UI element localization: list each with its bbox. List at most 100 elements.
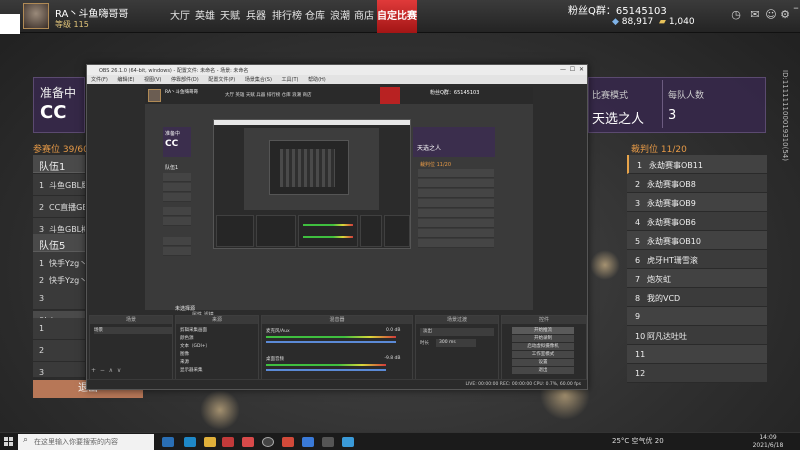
settings-button[interactable]: 设置: [512, 359, 574, 366]
menu-file[interactable]: 文件(F): [91, 77, 108, 83]
judge-name: 永劫赛事OB9: [647, 199, 696, 208]
channel-name: 麦克风/Aux: [266, 329, 290, 334]
judge-name: 我的VCD: [647, 294, 681, 303]
windows-start-icon[interactable]: [4, 437, 14, 447]
folder-icon[interactable]: [204, 437, 216, 447]
slot-number: 3: [39, 294, 45, 303]
team-slot[interactable]: 1: [33, 318, 85, 340]
team-slot[interactable]: 2: [33, 340, 85, 362]
judge-slot[interactable]: 11: [627, 345, 767, 364]
judge-slot[interactable]: 10 阿凡达吐吐: [627, 326, 767, 345]
game-app-icon[interactable]: [222, 437, 234, 447]
player-avatar[interactable]: [23, 3, 49, 29]
obs-app-icon[interactable]: [262, 437, 274, 447]
team-slot[interactable]: 3: [33, 288, 85, 310]
tab-custom-match[interactable]: 自定比赛: [377, 0, 417, 33]
menu-help[interactable]: 帮助(H): [308, 77, 326, 83]
player-name: RA丶斗鱼嗨哥哥: [55, 9, 129, 20]
prep-status: 准备中: [40, 86, 77, 100]
preview-header-right: [413, 127, 495, 157]
taskbar-search-input[interactable]: 在这里输入你要搜索的内容: [18, 434, 154, 450]
slot-player: 快手Yzg丶h: [49, 276, 85, 285]
app-icon[interactable]: [282, 437, 294, 447]
preview-row: [163, 247, 191, 256]
scene-item[interactable]: 场景: [94, 327, 172, 334]
tab-warehouse[interactable]: 仓库: [303, 0, 327, 33]
source-item[interactable]: 剪辑采集画面: [180, 327, 258, 334]
tab-lobby[interactable]: 大厅: [168, 0, 192, 33]
menu-docks[interactable]: 停靠部件(D): [171, 77, 199, 83]
judge-slot[interactable]: 4 永劫赛事OB6: [627, 212, 767, 231]
task-view-icon[interactable]: [162, 437, 174, 447]
tab-wave[interactable]: 浪潮: [328, 0, 352, 33]
tab-talents[interactable]: 天赋: [218, 0, 242, 33]
dock-toolbar[interactable]: + − ∧ ∨: [91, 367, 121, 374]
transition-select[interactable]: 淡出: [420, 328, 494, 336]
judge-slot[interactable]: 7 炮灰虹: [627, 269, 767, 288]
slot-player: 斗鱼GBL鹰: [49, 181, 85, 190]
start-streaming-button[interactable]: 开始推流: [512, 327, 574, 334]
nested-meter: [303, 224, 353, 226]
judge-slot[interactable]: 8 我的VCD: [627, 288, 767, 307]
menu-profile[interactable]: 配置文件(P): [208, 77, 235, 83]
exit-obs-button[interactable]: 退出: [512, 367, 574, 374]
menu-tools[interactable]: 工具(T): [282, 77, 299, 83]
team-slot[interactable]: 2 CC直播GBL: [33, 196, 85, 218]
judge-slot[interactable]: 12: [627, 364, 767, 383]
judge-number: 11: [635, 350, 646, 359]
clock-icon[interactable]: ◷: [730, 9, 742, 21]
judge-slot[interactable]: 5 永劫赛事OB10: [627, 231, 767, 250]
judge-slot[interactable]: 6 虎牙HT珊雪滚: [627, 250, 767, 269]
source-item[interactable]: 文本（GDI+）: [180, 343, 258, 350]
preview-judge-row: [418, 199, 494, 208]
preview-row: [163, 237, 191, 246]
scenes-dock: 场景 场景: [89, 315, 173, 389]
volume-slider[interactable]: [266, 341, 396, 343]
menu-scene-collection[interactable]: 场景集合(S): [245, 77, 272, 83]
taskbar-clock[interactable]: 14:09 2021/6/18: [748, 434, 788, 450]
team-header: 队伍1: [33, 155, 85, 173]
source-item[interactable]: 图像: [180, 351, 258, 358]
team-slot[interactable]: 1 斗鱼GBL鹰: [33, 174, 85, 196]
channel-name: 桌面音频: [266, 357, 284, 362]
app-icon[interactable]: [342, 437, 354, 447]
infinite-mirror: [280, 149, 335, 187]
tab-leaderboard[interactable]: 排行榜: [271, 0, 303, 33]
app-icon[interactable]: [302, 437, 314, 447]
judge-slot[interactable]: 3 永劫赛事OB9: [627, 193, 767, 212]
source-item[interactable]: 显示器采集: [180, 367, 258, 374]
judge-slot[interactable]: 1 永劫赛事OB11: [627, 155, 767, 174]
edge-icon[interactable]: [184, 437, 196, 447]
settings-icon[interactable]: ⚙: [779, 9, 791, 21]
app-icon[interactable]: [322, 437, 334, 447]
slot-number: 2: [39, 346, 45, 355]
currency-b: 1,040: [668, 17, 695, 27]
judge-slot[interactable]: 2 永劫赛事OB8: [627, 174, 767, 193]
obs-preview[interactable]: RA丶斗鱼嗨哥哥 大厅 英雄 天赋 兵器 排行榜 仓库 浪潮 商店 粉丝Q群：6…: [145, 87, 533, 310]
nested-sources-dock: [256, 215, 296, 247]
tab-shop[interactable]: 商店: [352, 0, 376, 33]
volume-slider[interactable]: [266, 369, 386, 371]
source-item[interactable]: 颜色源: [180, 335, 258, 342]
menu-view[interactable]: 视图(V): [144, 77, 161, 83]
start-recording-button[interactable]: 开始录制: [512, 335, 574, 342]
slot-number: 3: [39, 225, 45, 234]
minimize-icon[interactable]: –: [792, 2, 800, 14]
duration-field[interactable]: 300 ms: [436, 339, 476, 347]
controls-dock: 控件 开始推流 开始录制 启动虚拟摄像机 工作室模式 设置 退出: [501, 315, 587, 389]
mixer-channel: 麦克风/Aux 0.0 dB: [266, 328, 409, 352]
virtual-camera-button[interactable]: 启动虚拟摄像机: [512, 343, 574, 350]
menu-edit[interactable]: 编辑(E): [117, 77, 134, 83]
obs-window-controls[interactable]: — ☐ ✕: [560, 66, 584, 73]
mail-icon[interactable]: ✉: [749, 9, 761, 21]
studio-mode-button[interactable]: 工作室模式: [512, 351, 574, 358]
tab-heroes[interactable]: 英雄: [193, 0, 217, 33]
team-slot[interactable]: 3: [33, 362, 85, 378]
source-item[interactable]: 来源: [180, 359, 258, 366]
app-icon[interactable]: [242, 437, 254, 447]
weather-tray[interactable]: 25°C 空气优 20: [612, 436, 664, 446]
judge-slot[interactable]: 9: [627, 307, 767, 326]
judge-number: 5: [635, 237, 641, 246]
tab-weapons[interactable]: 兵器: [244, 0, 268, 33]
friends-icon[interactable]: ☺: [765, 9, 777, 21]
